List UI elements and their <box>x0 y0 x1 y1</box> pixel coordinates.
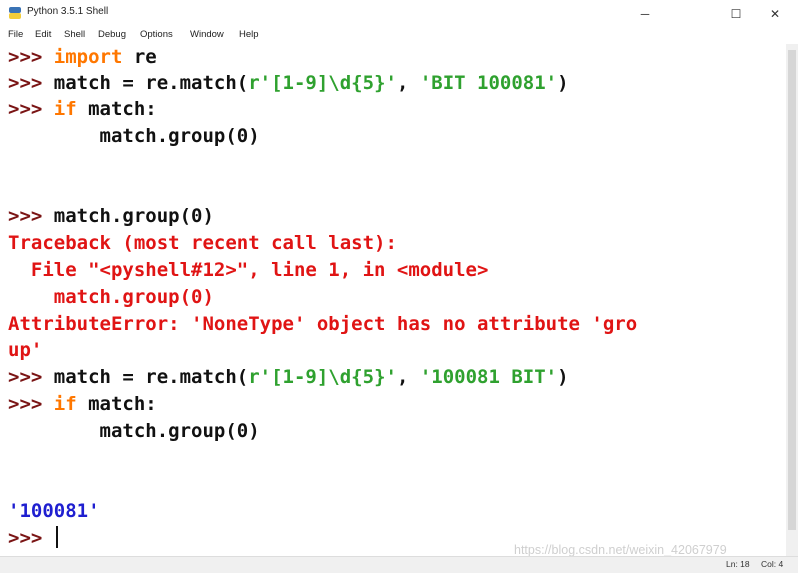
shell-line: >>> if match: <box>8 391 157 417</box>
traceback-line: File "<pyshell#12>", line 1, in <module> <box>8 259 489 281</box>
title-bar[interactable]: Python 3.5.1 Shell ─ ☐ ✕ <box>0 0 798 28</box>
keyword: if <box>53 98 77 120</box>
close-icon: ✕ <box>769 7 781 21</box>
prompt: >>> <box>8 98 54 120</box>
shell-line: >>> match = re.match(r'[1-9]\d{5}', '100… <box>8 364 569 390</box>
code-text: match: <box>76 98 157 120</box>
shell-line: match.group(0) <box>8 125 260 147</box>
column-number-status: Col: 4 <box>761 559 784 569</box>
python-icon <box>9 7 21 19</box>
vertical-scrollbar[interactable] <box>786 44 798 556</box>
code-text: match: <box>76 393 157 415</box>
close-button[interactable]: ✕ <box>752 0 798 28</box>
watermark: https://blog.csdn.net/weixin_42067979 <box>514 543 727 557</box>
minimize-icon: ─ <box>640 7 650 21</box>
prompt: >>> <box>8 46 54 68</box>
string-literal: r'[1-9]\d{5}' <box>248 72 397 94</box>
output-line: '100081' <box>8 500 100 522</box>
maximize-icon: ☐ <box>730 7 742 21</box>
code-text: match.group(0) <box>53 205 214 227</box>
window-title: Python 3.5.1 Shell <box>27 6 109 17</box>
shell-line: >>> match = re.match(r'[1-9]\d{5}', 'BIT… <box>8 70 569 96</box>
scrollbar-thumb[interactable] <box>788 50 796 530</box>
string-literal: r'[1-9]\d{5}' <box>248 366 397 388</box>
shell-text-area[interactable]: >>> import re >>> match = re.match(r'[1-… <box>0 44 786 556</box>
error-message-line: up' <box>8 339 43 361</box>
keyword: if <box>53 393 77 415</box>
idle-shell-window: Python 3.5.1 Shell ─ ☐ ✕ File Edit Shell… <box>0 0 798 573</box>
code-text: , <box>396 72 420 94</box>
menu-debug[interactable]: Debug <box>98 29 126 40</box>
line-number-status: Ln: 18 <box>726 559 750 569</box>
shell-line: >>> import re <box>8 44 157 70</box>
code-text: match = re.match( <box>53 72 249 94</box>
shell-line: match.group(0) <box>8 420 260 442</box>
input-prompt-line[interactable]: >>> <box>8 525 58 551</box>
menu-shell[interactable]: Shell <box>64 29 85 40</box>
menu-bar: File Edit Shell Debug Options Window Hel… <box>0 28 798 44</box>
menu-edit[interactable]: Edit <box>35 29 51 40</box>
error-message-line: AttributeError: 'NoneType' object has no… <box>8 313 638 335</box>
prompt: >>> <box>8 393 54 415</box>
menu-help[interactable]: Help <box>239 29 259 40</box>
code-text: re <box>122 46 157 68</box>
code-text: ) <box>557 366 569 388</box>
menu-options[interactable]: Options <box>140 29 173 40</box>
menu-file[interactable]: File <box>8 29 23 40</box>
prompt: >>> <box>8 366 54 388</box>
traceback-line: match.group(0) <box>8 286 214 308</box>
text-cursor <box>55 526 58 548</box>
prompt: >>> <box>8 72 54 94</box>
prompt: >>> <box>8 527 54 549</box>
shell-line: >>> if match: <box>8 96 157 122</box>
code-text: match = re.match( <box>53 366 249 388</box>
menu-window[interactable]: Window <box>190 29 224 40</box>
string-literal: 'BIT 100081' <box>419 72 558 94</box>
status-bar: Ln: 18 Col: 4 <box>0 556 798 573</box>
shell-line: >>> match.group(0) <box>8 203 214 229</box>
prompt: >>> <box>8 205 54 227</box>
traceback-line: Traceback (most recent call last): <box>8 232 397 254</box>
code-text: , <box>396 366 420 388</box>
minimize-button[interactable]: ─ <box>622 0 668 28</box>
string-literal: '100081 BIT' <box>419 366 558 388</box>
keyword: import <box>53 46 123 68</box>
code-text: ) <box>557 72 569 94</box>
